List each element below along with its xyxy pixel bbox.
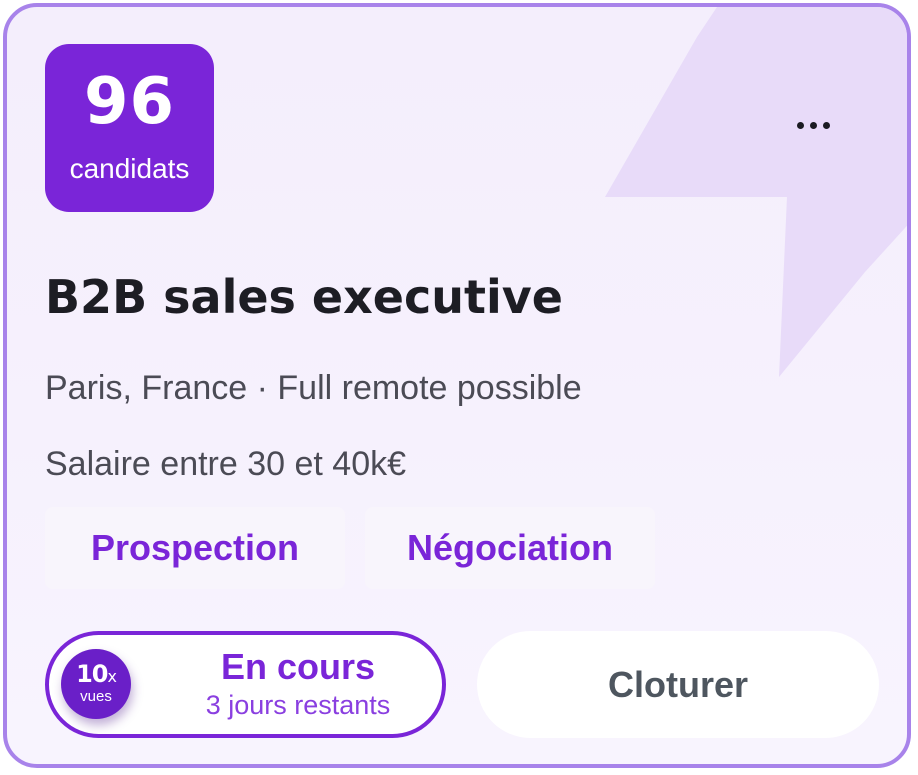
job-salary: Salaire entre 30 et 40k€: [45, 445, 407, 483]
more-options-button[interactable]: [781, 107, 845, 143]
candidates-count: 96: [83, 65, 176, 139]
views-count-suffix: x: [107, 667, 117, 686]
more-horizontal-icon: [796, 121, 804, 129]
close-offer-button[interactable]: Cloturer: [477, 631, 879, 738]
job-location: Paris, France · Full remote possible: [45, 369, 582, 407]
more-horizontal-icon: [809, 121, 817, 129]
job-title: B2B sales executive: [45, 270, 563, 324]
status-button[interactable]: 10x vues En cours 3 jours restants: [45, 631, 446, 738]
more-horizontal-icon: [822, 121, 830, 129]
status-remaining-days: 3 jours restants: [205, 690, 391, 720]
skill-tag: Négociation: [365, 507, 655, 589]
views-badge: 10x vues: [61, 649, 131, 719]
status-label: En cours: [220, 646, 376, 687]
candidates-label: candidats: [69, 153, 190, 184]
job-offer-card: 96 candidats B2B sales executive Paris, …: [3, 3, 911, 768]
views-count-number: 10: [76, 660, 108, 688]
candidates-count-badge: 96 candidats: [45, 44, 214, 212]
skill-tag: Prospection: [45, 507, 345, 589]
lightning-bolt-icon: [605, 7, 907, 377]
views-label: vues: [80, 688, 112, 705]
views-count: 10x: [61, 661, 131, 690]
